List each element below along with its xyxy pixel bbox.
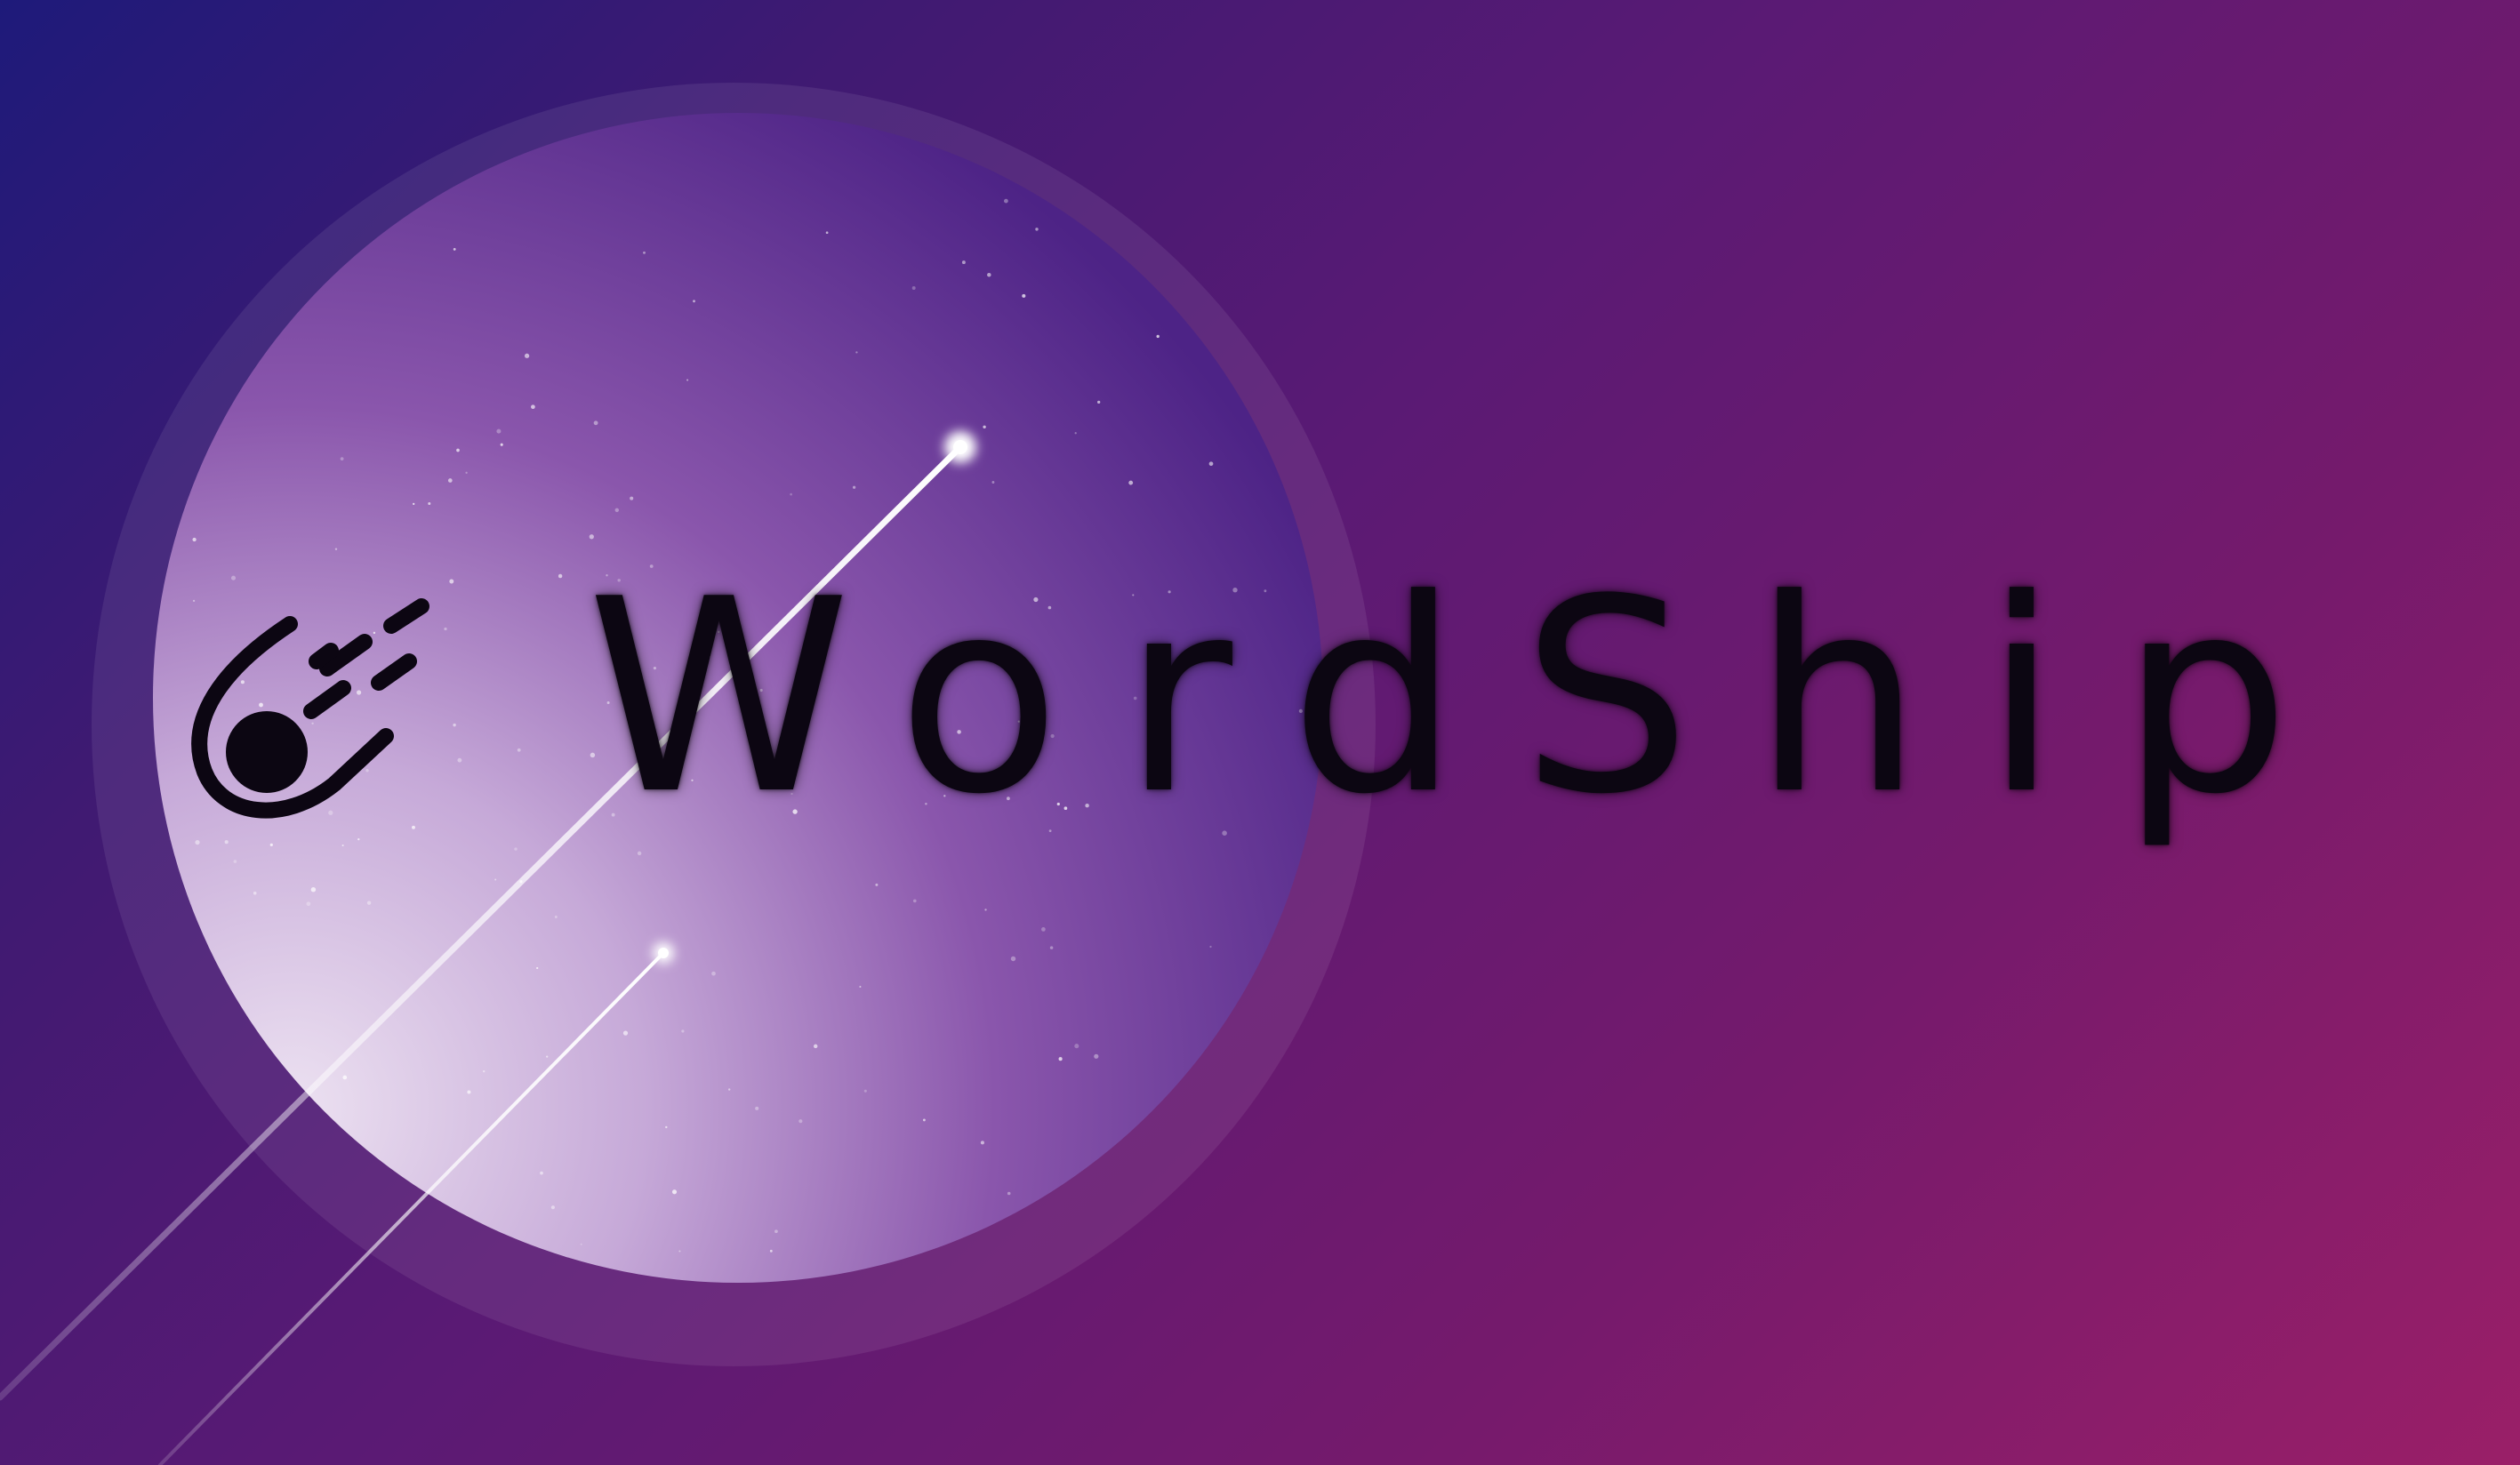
star-dot [456, 448, 460, 452]
star-dot [531, 404, 535, 410]
star-dot [863, 1089, 867, 1093]
star-dot [643, 251, 646, 254]
star-dot [233, 860, 237, 863]
star-dot [517, 748, 521, 752]
star-dot [536, 966, 539, 970]
star-dot [483, 1070, 486, 1073]
star-dot [1208, 461, 1214, 467]
star-dot [922, 1118, 926, 1122]
star-dot [1094, 1053, 1099, 1059]
star-dot [693, 300, 695, 303]
star-dot [524, 353, 530, 358]
star-dot [1004, 198, 1008, 204]
star-dot [728, 1088, 731, 1091]
star-dot [306, 901, 311, 907]
star-dot [457, 757, 462, 763]
star-dot [813, 1044, 818, 1049]
star-dot [465, 471, 468, 474]
star-dot [1074, 432, 1077, 435]
star-dot [192, 537, 197, 542]
star-dot [269, 843, 273, 847]
star-dot [449, 579, 454, 584]
star-dot [340, 457, 344, 460]
star-dot [859, 985, 862, 989]
star-dot [1041, 927, 1046, 932]
star-dot [769, 1249, 773, 1253]
star-dot [500, 443, 503, 446]
star-dot [774, 1229, 778, 1234]
star-dot [253, 891, 257, 895]
meteor-icon [191, 598, 429, 819]
star-dot [980, 1141, 984, 1145]
star-dot [341, 844, 344, 847]
star-dot [413, 502, 415, 506]
star-dot [686, 379, 689, 381]
star-dot [855, 351, 858, 354]
star-dot [825, 231, 829, 235]
star-dot [366, 901, 372, 905]
star-dot [681, 1029, 685, 1033]
star-dot [991, 481, 995, 484]
star-dot [195, 840, 200, 845]
star-dot [678, 1250, 681, 1253]
star-dot [1049, 946, 1054, 949]
star-dot [1035, 228, 1039, 231]
star-dot [554, 916, 558, 918]
star-dot [494, 878, 497, 881]
star-dot [546, 1055, 549, 1058]
star-dot [342, 1075, 348, 1080]
star-dot [1010, 956, 1016, 962]
star-dot [875, 883, 879, 886]
star-dot [540, 1171, 543, 1175]
star-dot [987, 272, 991, 277]
star-dot [1007, 1191, 1011, 1196]
star-dot [711, 971, 716, 976]
star-dot [467, 1090, 471, 1094]
star-dot [453, 247, 456, 251]
star-dot [1097, 400, 1101, 404]
star-dot [550, 1205, 555, 1210]
star-dot [453, 723, 456, 727]
star-dot [622, 1030, 629, 1036]
star-dot [984, 909, 987, 911]
star-dot [790, 492, 792, 496]
star-dot [514, 847, 518, 851]
star-dot [1209, 945, 1212, 949]
star-dot [983, 425, 986, 428]
star-dot [961, 260, 966, 265]
star-dot [614, 508, 620, 513]
star-dot [1074, 1044, 1079, 1049]
star-dot [428, 501, 431, 506]
brand-wordmark: WordShip [587, 542, 2353, 853]
star-dot [630, 496, 634, 500]
star-dot [230, 575, 237, 580]
star-dot [799, 1119, 803, 1124]
star-dot [912, 899, 917, 903]
star-dot [589, 534, 594, 540]
star-dot [1022, 293, 1026, 298]
star-dot [447, 478, 453, 483]
star-dot [1156, 334, 1160, 339]
star-dot [1128, 480, 1134, 485]
star-dot [558, 573, 563, 579]
star-dot [1058, 1057, 1063, 1061]
star-dot [334, 548, 338, 550]
star-dot [671, 1189, 678, 1195]
star-dot [852, 485, 856, 489]
star-dot [755, 1106, 759, 1110]
star-dot [665, 1125, 668, 1129]
star-dot [224, 840, 229, 845]
star-dot [593, 420, 598, 426]
star-dot [580, 1243, 582, 1245]
star-dot [357, 837, 360, 841]
star-dot [911, 286, 916, 290]
star-dot [310, 886, 317, 893]
star-dot [496, 428, 502, 434]
